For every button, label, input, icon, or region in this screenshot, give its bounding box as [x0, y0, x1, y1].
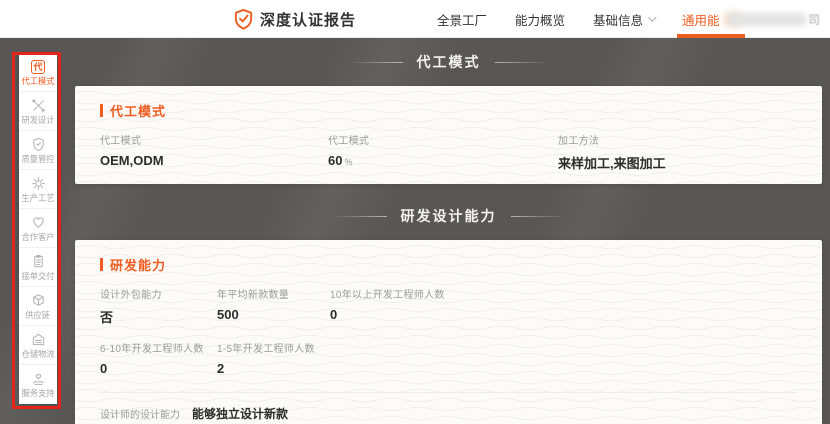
supply-chain-icon — [30, 293, 46, 309]
field-designer-capability: 设计师的设计能力 能够独立设计新款 — [100, 405, 797, 422]
shield-check-icon — [233, 8, 254, 31]
card-title: 代工模式 — [100, 86, 797, 120]
decorative-line — [495, 62, 550, 63]
field-engineers-10y: 10年以上开发工程师人数 0 — [330, 286, 445, 326]
rd-capability-card: 研发能力 设计外包能力 否 年平均新款数量 500 10年以上开发工程师人数 — [75, 240, 822, 424]
field-oem-mode-percent: 代工模式 60% — [328, 132, 558, 172]
nav-item-panorama[interactable]: 全景工厂 — [437, 0, 487, 38]
title-accent-bar — [100, 104, 103, 117]
field-design-outsourcing: 设计外包能力 否 — [100, 286, 217, 326]
production-process-icon — [30, 176, 46, 192]
field-engineers-1-5y: 1-5年开发工程师人数 2 — [217, 340, 315, 376]
field-row: 设计外包能力 否 年平均新款数量 500 10年以上开发工程师人数 0 — [100, 286, 797, 326]
field-oem-mode-type: 代工模式 OEM,ODM — [100, 132, 328, 172]
oem-mode-icon: 代 — [30, 59, 46, 75]
section-heading-oem-mode: 代工模式 — [75, 38, 822, 86]
rd-design-icon — [30, 98, 46, 114]
field-processing-method: 加工方法 来样加工,来图加工 — [558, 132, 666, 172]
quality-control-icon — [30, 137, 46, 153]
sidebar-item-rd-design[interactable]: 研发设计 — [19, 92, 57, 131]
decorative-line — [332, 216, 387, 217]
sidebar-item-oem-mode[interactable]: 代 代工模式 — [19, 53, 57, 92]
customers-icon — [30, 215, 46, 231]
nav-item-basic-info[interactable]: 基础信息 — [593, 0, 654, 38]
nav-item-capability-overview[interactable]: 能力概览 — [515, 0, 565, 38]
sidebar-item-supply-chain[interactable]: 供应链 — [19, 287, 57, 326]
percent-unit: % — [344, 157, 352, 167]
title-accent-bar — [100, 258, 103, 271]
decorative-line — [348, 62, 403, 63]
field-row: 代工模式 OEM,ODM 代工模式 60% 加工方法 来样加工,来图加工 — [100, 132, 797, 172]
page-title: 深度认证报告 — [260, 9, 356, 30]
top-header: 深度认证报告 全景工厂 能力概览 基础信息 通用能 司 — [0, 0, 830, 38]
decorative-line — [511, 216, 566, 217]
company-name: 司 — [728, 0, 820, 38]
chevron-down-icon — [648, 13, 656, 21]
field-avg-new-styles: 年平均新款数量 500 — [217, 286, 330, 326]
sidebar-item-order-delivery[interactable]: 接单交付 — [19, 248, 57, 287]
main-content: 代工模式 代工模式 代工模式 OEM,ODM — [75, 38, 822, 424]
warehouse-logistics-icon — [30, 332, 46, 348]
top-nav: 全景工厂 能力概览 基础信息 通用能 — [437, 0, 740, 38]
card-title: 研发能力 — [100, 240, 797, 274]
service-support-icon — [30, 371, 46, 387]
field-row: 6-10年开发工程师人数 0 1-5年开发工程师人数 2 — [100, 340, 797, 376]
sidebar-item-service-support[interactable]: 服务支持 — [19, 365, 57, 404]
page: 深度认证报告 全景工厂 能力概览 基础信息 通用能 司 — [0, 0, 830, 424]
blurred-company-name — [728, 13, 806, 26]
sidebar-item-production-process[interactable]: 生产工艺 — [19, 170, 57, 209]
oem-mode-card: 代工模式 代工模式 OEM,ODM 代工模式 60% 加工方法 — [75, 86, 822, 184]
app-logo: 深度认证报告 — [233, 0, 356, 38]
sidebar-nav: 代 代工模式 研发设计 — [19, 53, 57, 404]
sidebar-item-customers[interactable]: 合作客户 — [19, 209, 57, 248]
field-engineers-6-10y: 6-10年开发工程师人数 0 — [100, 340, 217, 376]
order-delivery-icon — [30, 254, 46, 270]
card-divider — [100, 392, 797, 393]
content-area: 代 代工模式 研发设计 — [0, 38, 830, 424]
section-heading-rd-capability: 研发设计能力 — [75, 184, 822, 240]
sidebar-item-quality-control[interactable]: 质量管控 — [19, 131, 57, 170]
sidebar-item-warehouse-logistics[interactable]: 仓储物流 — [19, 326, 57, 365]
